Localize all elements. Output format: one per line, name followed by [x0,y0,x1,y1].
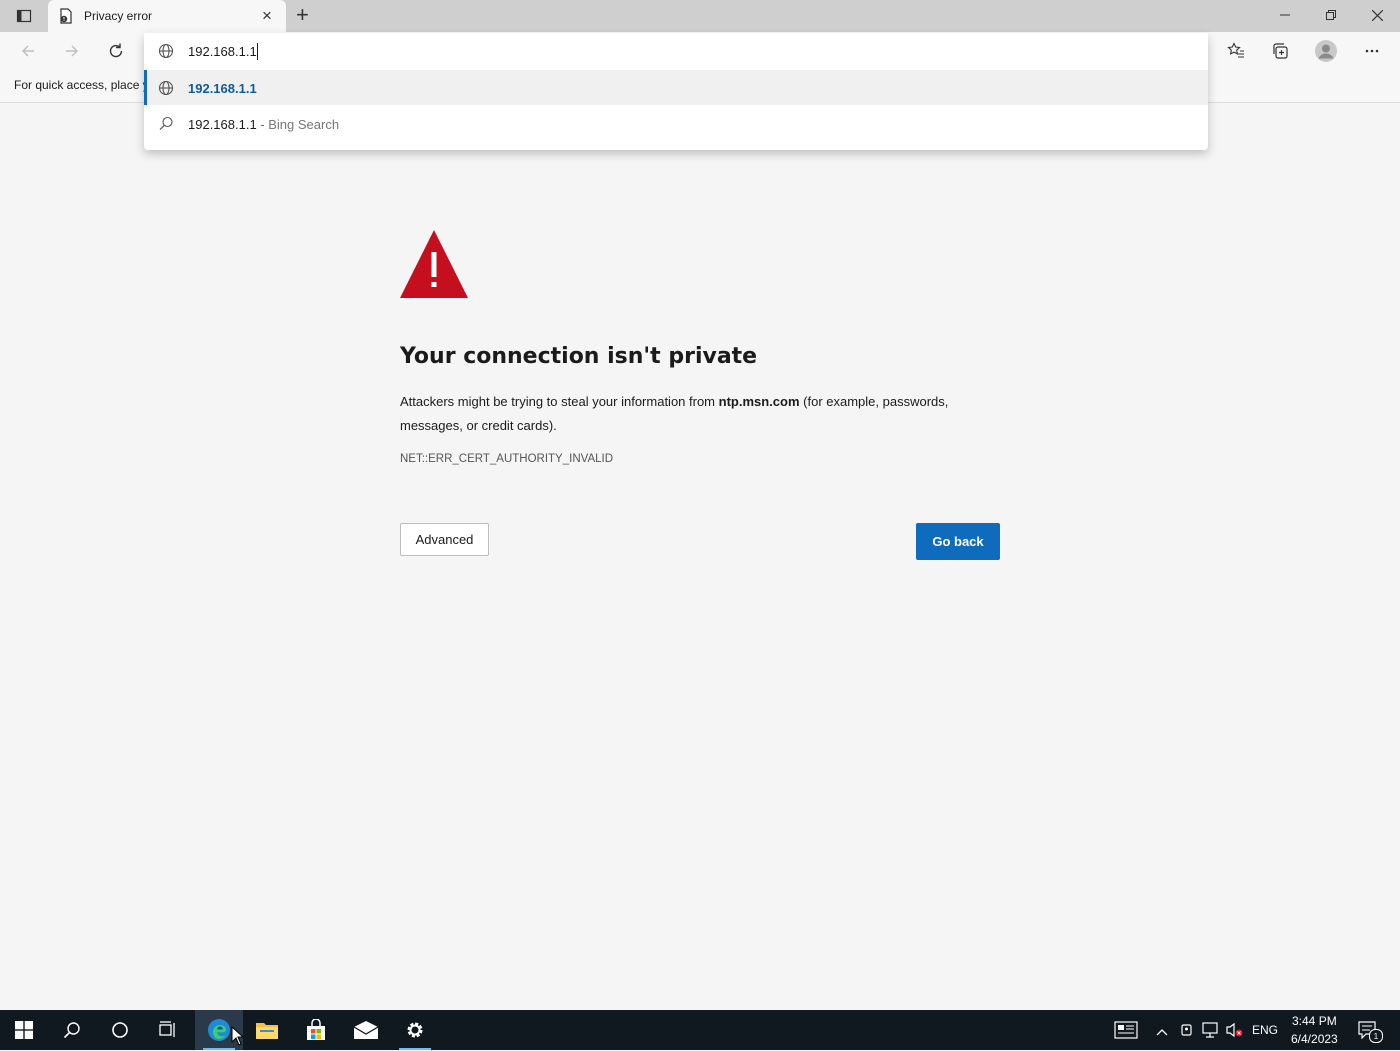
close-window-icon[interactable] [1354,0,1400,30]
tab-title: Privacy error [84,9,153,23]
tab-privacy-error[interactable]: Privacy error × [48,0,286,32]
task-view-icon[interactable] [144,1010,192,1050]
refresh-icon[interactable] [102,37,130,65]
settings-icon[interactable] [391,1010,439,1050]
go-back-button[interactable]: Go back [916,523,1000,560]
globe-icon [158,80,174,101]
mouse-cursor-icon [231,1025,245,1051]
search-icon [159,116,174,136]
clock-date[interactable]: 6/4/2023 [1291,1032,1338,1046]
suggestion-search[interactable]: 192.168.1.1 - Bing Search [144,106,1208,141]
favorites-icon[interactable] [1222,37,1250,65]
favorites-bar-hint: For quick access, place y [14,78,149,92]
news-widget-icon[interactable] [1114,1021,1138,1044]
profile-avatar-icon[interactable] [1312,37,1340,65]
network-icon[interactable] [1202,1022,1220,1043]
selection-indicator [144,70,147,105]
tab-close-icon[interactable]: × [262,6,272,26]
new-tab-button[interactable]: + [296,2,309,28]
collections-icon[interactable] [1266,37,1294,65]
warning-triangle-icon [400,230,468,303]
more-options-icon[interactable] [1358,37,1386,65]
tab-actions-icon[interactable] [10,2,38,30]
text-cursor [257,43,258,60]
title-bar: Privacy error × + [0,0,1400,32]
volume-muted-icon[interactable] [1226,1022,1244,1043]
cortana-icon[interactable] [96,1010,144,1050]
search-icon[interactable] [48,1010,96,1050]
start-icon[interactable] [0,1010,48,1050]
suggestion-search-suffix: - Bing Search [256,117,340,132]
desc-domain: ntp.msn.com [718,394,800,409]
forward-icon[interactable] [58,37,86,65]
desc-pre: Attackers might be trying to steal your … [400,394,719,409]
error-description: Attackers might be trying to steal your … [400,390,1000,438]
advanced-button[interactable]: Advanced [400,523,489,556]
suggestion-search-query: 192.168.1.1 [188,117,257,132]
suggestion-url[interactable]: 192.168.1.1 [144,70,1208,105]
minimize-icon[interactable] [1262,0,1308,30]
taskbar: ENG 3:44 PM 6/4/2023 1 [0,1010,1400,1050]
page-warning-icon [58,8,74,29]
globe-icon [158,43,174,64]
address-input-row[interactable]: 192.168.1.1 [144,33,1208,69]
back-icon[interactable] [14,37,42,65]
error-heading: Your connection isn't private [400,344,758,369]
notification-badge: 1 [1369,1029,1383,1043]
notifications-icon[interactable]: 1 [1358,1021,1383,1044]
address-bar-dropdown: 192.168.1.1 192.168.1.1 192.168.1.1 - Bi… [144,33,1208,150]
meet-now-icon[interactable] [1180,1022,1194,1043]
error-code: NET::ERR_CERT_AUTHORITY_INVALID [400,453,614,465]
mail-icon[interactable] [342,1010,390,1050]
store-icon[interactable] [292,1010,340,1050]
chevron-up-icon[interactable] [1156,1024,1168,1042]
file-explorer-icon[interactable] [243,1010,291,1050]
suggestion-url-text: 192.168.1.1 [188,81,257,96]
address-input[interactable]: 192.168.1.1 [188,44,257,59]
language-indicator[interactable]: ENG [1252,1023,1278,1037]
clock-time[interactable]: 3:44 PM [1292,1014,1337,1028]
restore-icon[interactable] [1308,0,1354,30]
